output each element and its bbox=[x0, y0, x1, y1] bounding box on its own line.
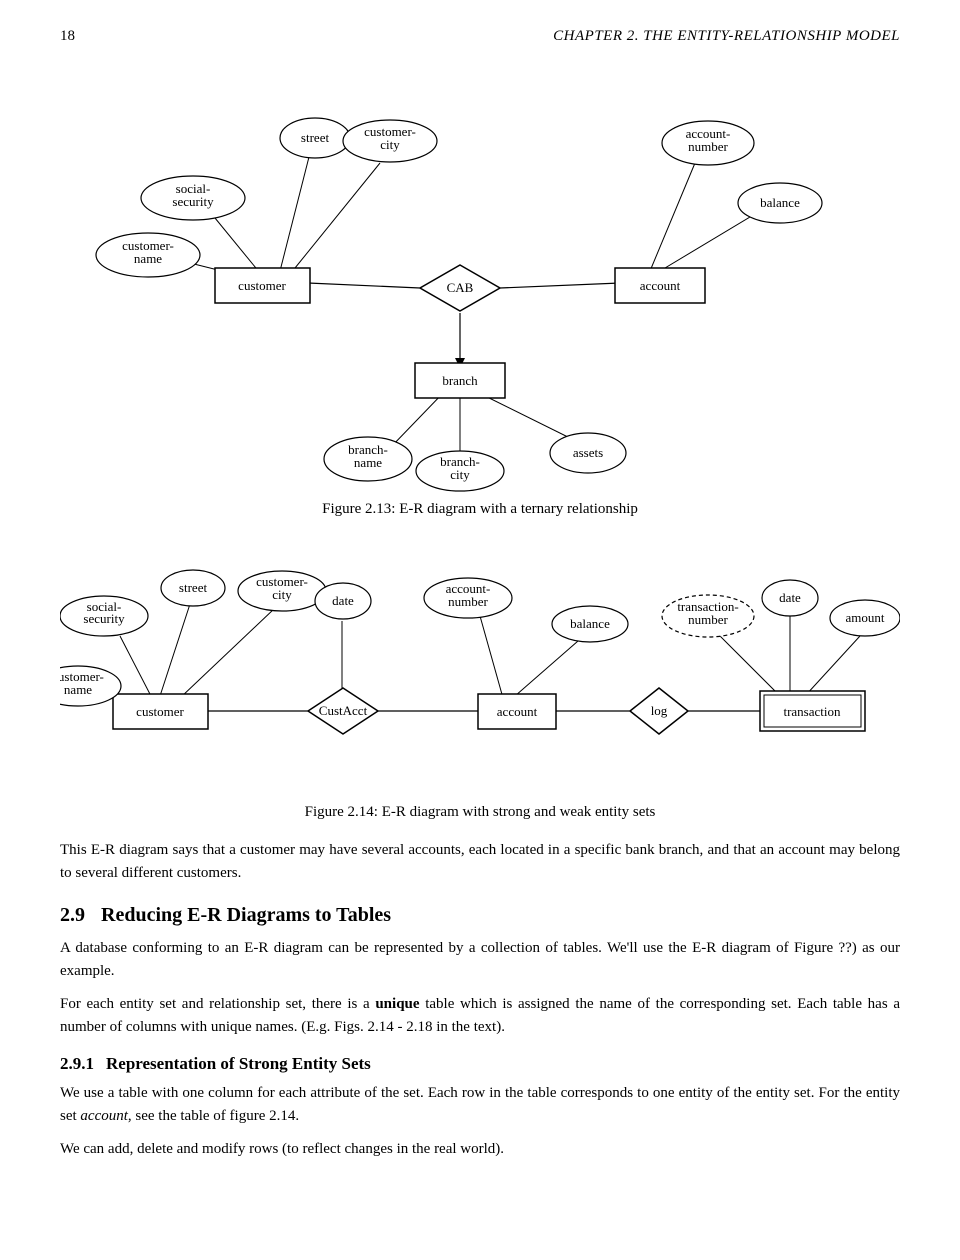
svg-text:balance: balance bbox=[760, 195, 800, 210]
svg-text:customer: customer bbox=[238, 278, 286, 293]
svg-text:CAB: CAB bbox=[447, 280, 474, 295]
svg-text:balance: balance bbox=[570, 616, 610, 631]
svg-text:street: street bbox=[301, 130, 330, 145]
section-29-para2: For each entity set and relationship set… bbox=[60, 993, 900, 1040]
figure2-diagram: customer CustAcct account log transactio… bbox=[60, 536, 900, 796]
svg-text:number: number bbox=[448, 594, 488, 609]
section-29-title: Reducing E-R Diagrams to Tables bbox=[101, 904, 391, 927]
svg-text:transaction: transaction bbox=[783, 704, 841, 719]
svg-text:security: security bbox=[172, 194, 214, 209]
figure1-diagram: customer CAB account branch social- secu… bbox=[60, 63, 900, 493]
account-italic: account bbox=[80, 1108, 127, 1124]
svg-text:name: name bbox=[134, 251, 162, 266]
svg-text:city: city bbox=[380, 137, 400, 152]
svg-text:assets: assets bbox=[573, 445, 603, 460]
svg-text:number: number bbox=[688, 612, 728, 627]
section-29-para1: A database conforming to an E-R diagram … bbox=[60, 937, 900, 984]
svg-text:name: name bbox=[64, 682, 92, 697]
section-29-number: 2.9 bbox=[60, 904, 85, 927]
svg-text:name: name bbox=[354, 455, 382, 470]
figure1-caption: Figure 2.13: E-R diagram with a ternary … bbox=[60, 501, 900, 518]
svg-text:account: account bbox=[497, 704, 538, 719]
svg-text:CustAcct: CustAcct bbox=[319, 703, 368, 718]
section-291-heading: 2.9.1 Representation of Strong Entity Se… bbox=[60, 1054, 900, 1074]
svg-text:security: security bbox=[83, 611, 125, 626]
section-291-para1: We use a table with one column for each … bbox=[60, 1082, 900, 1129]
svg-text:log: log bbox=[651, 703, 668, 718]
svg-text:customer: customer bbox=[136, 704, 184, 719]
svg-text:city: city bbox=[272, 587, 292, 602]
paragraph-ternary-desc: This E-R diagram says that a customer ma… bbox=[60, 839, 900, 886]
svg-text:city: city bbox=[450, 467, 470, 482]
svg-text:date: date bbox=[332, 593, 354, 608]
svg-text:branch: branch bbox=[442, 373, 478, 388]
section-291-number: 2.9.1 bbox=[60, 1054, 94, 1074]
unique-bold: unique bbox=[375, 996, 419, 1012]
svg-text:account: account bbox=[640, 278, 681, 293]
chapter-title: CHAPTER 2. THE ENTITY-RELATIONSHIP MODEL bbox=[553, 28, 900, 45]
section-291-para2: We can add, delete and modify rows (to r… bbox=[60, 1138, 900, 1161]
svg-text:amount: amount bbox=[846, 610, 885, 625]
figure2-caption: Figure 2.14: E-R diagram with strong and… bbox=[60, 804, 900, 821]
svg-text:street: street bbox=[179, 580, 208, 595]
svg-text:date: date bbox=[779, 590, 801, 605]
page-number: 18 bbox=[60, 28, 75, 45]
svg-text:number: number bbox=[688, 139, 728, 154]
section-291-title: Representation of Strong Entity Sets bbox=[106, 1054, 371, 1074]
section-29-heading: 2.9 Reducing E-R Diagrams to Tables bbox=[60, 904, 900, 927]
